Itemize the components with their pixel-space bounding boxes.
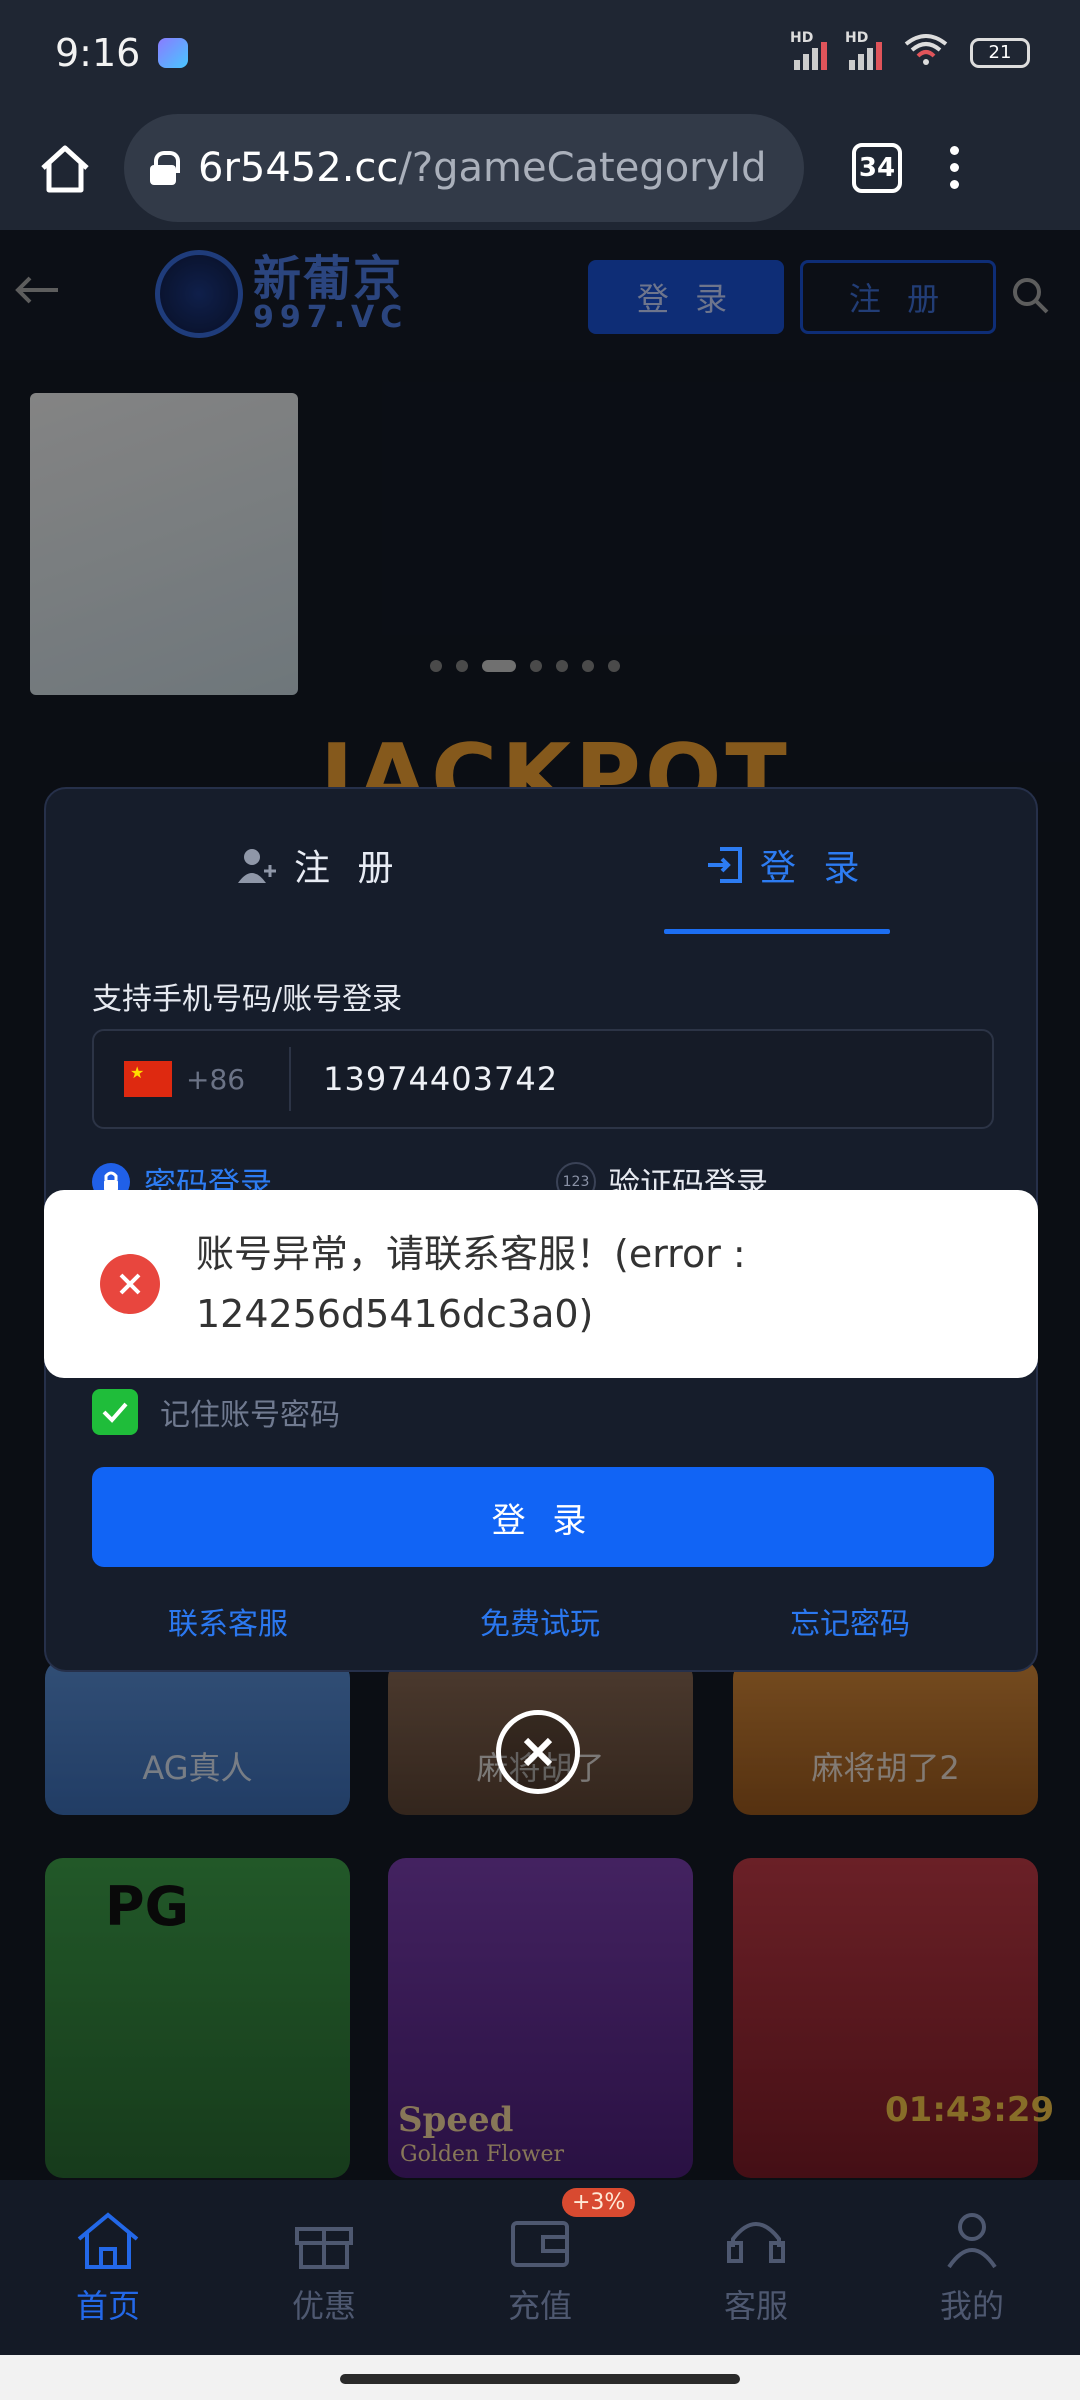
status-bar: 9:16 HD HD 21 — [0, 0, 1080, 105]
headset-icon — [727, 2221, 785, 2263]
app-notification-icon — [158, 37, 189, 68]
tab-switcher-button[interactable]: 34 — [852, 142, 902, 193]
remember-label: 记住账号密码 — [160, 1398, 340, 1433]
signal-2-label: HD — [845, 29, 869, 46]
url-text: 6r5452.cc/?gameCategoryId — [198, 145, 766, 191]
nav-recharge-label: 充值 — [507, 2286, 572, 2325]
login-field-label: 支持手机号码/账号登录 — [92, 982, 403, 1017]
signal-1-label: HD — [790, 29, 814, 46]
signal-1-icon: HD — [790, 30, 827, 70]
remember-option[interactable]: 记住账号密码 — [92, 1389, 340, 1435]
browser-toolbar: 6r5452.cc/?gameCategoryId 34 — [0, 105, 1080, 230]
error-icon — [100, 1254, 160, 1314]
remember-checkbox[interactable] — [92, 1389, 138, 1435]
nav-profile[interactable]: 我的 — [864, 2180, 1080, 2355]
nav-profile-label: 我的 — [939, 2286, 1004, 2325]
phone-value: 13974403742 — [323, 1060, 559, 1098]
field-divider — [289, 1047, 292, 1111]
status-icons: HD HD 21 — [790, 30, 1030, 74]
modal-close-button[interactable] — [496, 1710, 580, 1794]
address-bar[interactable]: 6r5452.cc/?gameCategoryId — [124, 113, 804, 222]
user-icon — [947, 2212, 997, 2268]
checkmark-icon — [102, 1402, 128, 1423]
nav-recharge[interactable]: +3% 充值 — [432, 2180, 648, 2355]
url-domain: 6r5452.cc — [198, 144, 399, 191]
home-icon — [77, 2211, 139, 2269]
tab-register[interactable]: 注 册 — [236, 839, 401, 891]
contact-support-link[interactable]: 联系客服 — [168, 1599, 288, 1643]
bottom-navigation: 首页 优惠 +3% 充值 客服 我的 — [0, 2180, 1080, 2355]
add-user-icon — [238, 849, 276, 883]
browser-menu-button[interactable] — [950, 146, 959, 189]
country-code-select[interactable]: +86 — [186, 1063, 245, 1096]
nav-support[interactable]: 客服 — [648, 2180, 864, 2355]
china-flag-icon — [124, 1061, 172, 1097]
battery-icon: 21 — [970, 37, 1030, 68]
gift-icon — [295, 2226, 353, 2269]
close-icon — [523, 1737, 553, 1767]
phone-input[interactable]: +86 13974403742 — [92, 1029, 994, 1129]
battery-level: 21 — [988, 42, 1012, 63]
gesture-handle[interactable] — [340, 2374, 740, 2384]
home-icon — [41, 145, 89, 192]
status-time-group: 9:16 — [55, 30, 189, 75]
free-trial-link[interactable]: 免费试玩 — [480, 1599, 600, 1643]
login-door-icon — [708, 847, 742, 883]
home-button[interactable] — [30, 133, 100, 203]
wallet-icon — [511, 2220, 569, 2267]
lock-icon — [150, 150, 180, 185]
tab-login[interactable]: 登 录 — [706, 839, 867, 891]
nav-home[interactable]: 首页 — [0, 2180, 216, 2355]
tab-register-label: 注 册 — [294, 848, 402, 889]
tab-login-label: 登 录 — [760, 848, 868, 889]
error-toast: 账号异常，请联系客服！(error : 124256d5416dc3a0) — [44, 1190, 1038, 1378]
nav-home-label: 首页 — [75, 2286, 140, 2325]
nav-promotions-label: 优惠 — [291, 2286, 356, 2325]
url-path: /?gameCategoryId — [398, 144, 767, 191]
tab-active-indicator — [664, 929, 890, 934]
wifi-icon — [904, 32, 948, 74]
error-message: 账号异常，请联系客服！(error : 124256d5416dc3a0) — [196, 1232, 746, 1336]
login-submit-button[interactable]: 登 录 — [92, 1467, 994, 1567]
nav-support-label: 客服 — [723, 2286, 788, 2325]
nav-promotions[interactable]: 优惠 — [216, 2180, 432, 2355]
tab-count: 34 — [858, 152, 896, 183]
status-time: 9:16 — [55, 30, 141, 75]
recharge-badge: +3% — [562, 2188, 636, 2217]
forgot-password-link[interactable]: 忘记密码 — [790, 1599, 910, 1643]
signal-2-icon: HD — [845, 30, 882, 70]
